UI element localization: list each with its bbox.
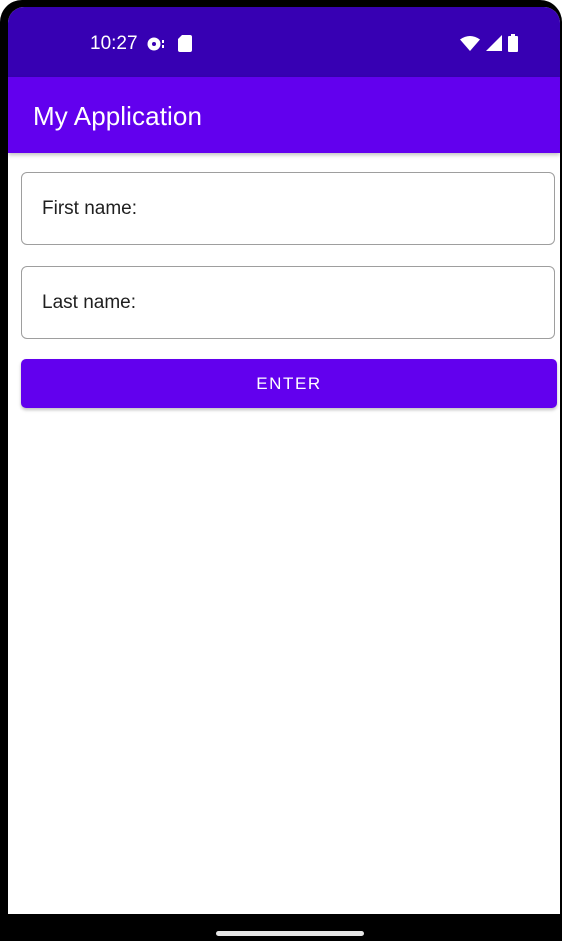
enter-button[interactable]: ENTER — [21, 359, 557, 408]
first-name-input[interactable] — [42, 173, 532, 244]
home-gesture-handle[interactable] — [216, 931, 364, 936]
device-frame: 10:27 My Application First name: Last na… — [0, 0, 562, 941]
last-name-field[interactable] — [21, 266, 555, 339]
sd-card-icon — [178, 35, 192, 57]
cellular-signal-icon — [486, 35, 502, 56]
sync-disc-icon — [146, 36, 166, 57]
status-bar: 10:27 — [8, 7, 560, 77]
app-title: My Application — [33, 101, 203, 131]
status-time: 10:27 — [90, 33, 138, 54]
last-name-input[interactable] — [42, 267, 532, 338]
navigation-bar — [0, 914, 562, 941]
battery-icon — [508, 34, 518, 57]
app-screen: 10:27 My Application First name: Last na… — [8, 7, 560, 914]
wifi-icon — [460, 35, 480, 56]
app-bar: My Application — [8, 77, 560, 153]
status-notification-icons — [146, 35, 192, 57]
status-system-icons — [460, 34, 518, 57]
first-name-field[interactable] — [21, 172, 555, 245]
